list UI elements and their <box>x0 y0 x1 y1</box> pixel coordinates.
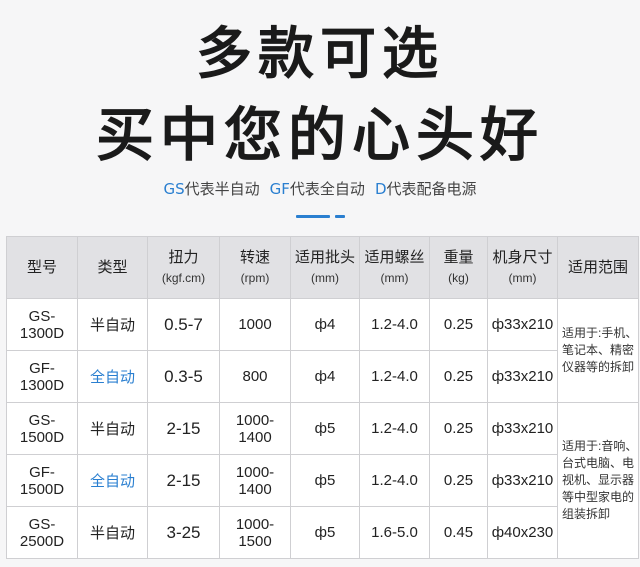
cell-type: 半自动 <box>77 506 148 559</box>
cell-type: 全自动 <box>77 454 148 507</box>
header-model: 型号 <box>6 236 78 299</box>
cell-size: ф40x230 <box>487 506 558 559</box>
cell-bit: ф4 <box>290 350 360 403</box>
cell-type: 全自动 <box>77 350 148 403</box>
cell-torque: 2-15 <box>147 454 220 507</box>
table-row: GS-2500D 半自动 3-25 1000-1500 ф5 1.6-5.0 0… <box>6 506 639 559</box>
cell-type: 半自动 <box>77 402 148 455</box>
cell-speed: 1000-1400 <box>219 454 291 507</box>
cell-screw: 1.2-4.0 <box>359 350 430 403</box>
cell-model: GF-1500D <box>6 454 78 507</box>
cell-model: GS-1500D <box>6 402 78 455</box>
cell-bit: ф5 <box>290 402 360 455</box>
cell-screw: 1.2-4.0 <box>359 402 430 455</box>
legend-gf-text: 代表全自动 <box>289 180 365 198</box>
cell-weight: 0.25 <box>429 350 488 403</box>
cell-bit: ф4 <box>290 298 360 351</box>
cell-speed: 1000-1500 <box>219 506 291 559</box>
legend-gs-code: GS <box>163 180 185 198</box>
accent-divider-dot <box>335 215 345 218</box>
cell-scope-large: 适用于:音响、台式电脑、电视机、显示器等中型家电的组装拆卸 <box>557 402 639 559</box>
cell-torque: 0.3-5 <box>147 350 220 403</box>
cell-weight: 0.25 <box>429 454 488 507</box>
header-weight: 重量 (kg) <box>429 236 488 299</box>
cell-torque: 3-25 <box>147 506 220 559</box>
table-header-row: 型号 类型 扭力 (kgf.cm) 转速 (rpm) 适用批头 (mm) 适用螺丝 (m… <box>6 236 639 299</box>
cell-torque: 2-15 <box>147 402 220 455</box>
cell-bit: ф5 <box>290 454 360 507</box>
headline-line-2: 买中您的心头好 <box>95 101 544 169</box>
cell-torque: 0.5-7 <box>147 298 220 351</box>
cell-screw: 1.6-5.0 <box>359 506 430 559</box>
cell-speed: 1000 <box>219 298 291 351</box>
legend-d-code: D <box>374 180 387 198</box>
cell-size: ф33x210 <box>487 454 558 507</box>
cell-model: GS-1300D <box>6 298 78 351</box>
table-row: GS-1500D 半自动 2-15 1000-1400 ф5 1.2-4.0 0… <box>6 402 639 559</box>
cell-screw: 1.2-4.0 <box>359 454 430 507</box>
headline-line-1: 多款可选 <box>196 22 444 87</box>
cell-type: 半自动 <box>77 298 148 351</box>
cell-speed: 800 <box>219 350 291 403</box>
cell-bit: ф5 <box>290 506 360 559</box>
header-torque: 扭力 (kgf.cm) <box>147 236 220 299</box>
cell-weight: 0.45 <box>429 506 488 559</box>
header-type: 类型 <box>77 236 148 299</box>
type-legend: GS代表半自动 GF代表全自动 D代表配备电源 <box>0 178 640 200</box>
header-bit: 适用批头 (mm) <box>290 236 360 299</box>
header-scope: 适用范围 <box>557 236 639 299</box>
cell-model: GS-2500D <box>6 506 78 559</box>
cell-weight: 0.25 <box>429 298 488 351</box>
cell-speed: 1000-1400 <box>219 402 291 455</box>
header-size: 机身尺寸 (mm) <box>487 236 558 299</box>
legend-gs-text: 代表半自动 <box>184 180 260 198</box>
cell-model: GF-1300D <box>6 350 78 403</box>
cell-scope-small: 适用于:手机、笔记本、精密仪器等的拆卸 <box>557 298 639 403</box>
legend-gf-code: GF <box>269 180 290 198</box>
cell-size: ф33x210 <box>487 402 558 455</box>
header-screw: 适用螺丝 (mm) <box>359 236 430 299</box>
cell-screw: 1.2-4.0 <box>359 298 430 351</box>
table-row: GF-1500D 全自动 2-15 1000-1400 ф5 1.2-4.0 0… <box>6 454 639 507</box>
header-speed: 转速 (rpm) <box>219 236 291 299</box>
cell-weight: 0.25 <box>429 402 488 455</box>
cell-size: ф33x210 <box>487 350 558 403</box>
table-row: GF-1300D 全自动 0.3-5 800 ф4 1.2-4.0 0.25 ф… <box>6 350 639 403</box>
cell-size: ф33x210 <box>487 298 558 351</box>
accent-divider <box>296 215 330 218</box>
spec-table: 型号 类型 扭力 (kgf.cm) 转速 (rpm) 适用批头 (mm) 适用螺丝 (m… <box>6 236 639 559</box>
legend-d-text: 代表配备电源 <box>386 180 477 198</box>
table-row: GS-1300D 半自动 0.5-7 1000 ф4 1.2-4.0 0.25 … <box>6 298 639 403</box>
